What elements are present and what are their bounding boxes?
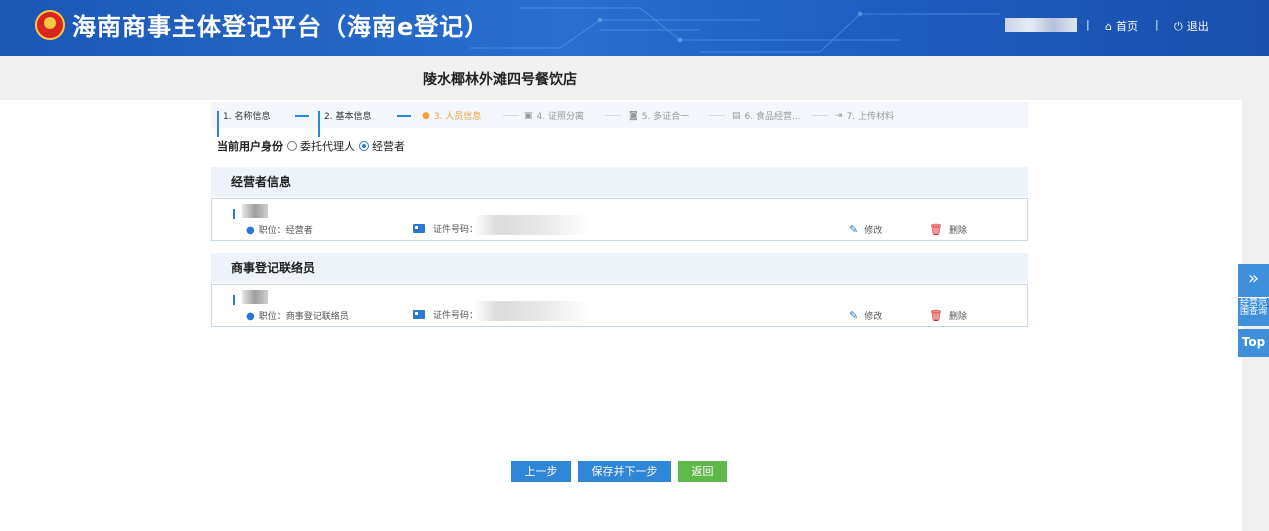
step-connector xyxy=(503,115,519,116)
person-icon: ● xyxy=(246,311,255,322)
double-chevron-right-icon: » xyxy=(1247,268,1259,289)
person-id: 证件号码： xyxy=(413,222,478,235)
edit-icon: ✎ xyxy=(849,309,859,322)
current-user-identity: 当前用户身份 委托代理人 经营者 xyxy=(217,138,405,154)
id-card-icon xyxy=(413,310,425,319)
step-connector xyxy=(709,115,725,116)
home-label: 首页 xyxy=(1115,20,1138,33)
step-7[interactable]: ⇥ 7. 上传材料 xyxy=(835,109,894,123)
delete-operator-button[interactable]: 🗑 删除 xyxy=(929,223,967,236)
step-6[interactable]: ▤ 6. 食品经营... xyxy=(732,109,801,123)
delete-liaison-button[interactable]: 🗑 删除 xyxy=(929,309,967,322)
trash-icon: 🗑 xyxy=(929,309,943,322)
previous-step-button[interactable]: 上一步 xyxy=(511,461,571,482)
step-label: 2. 基本信息 xyxy=(324,112,372,122)
top-header: 海南商事主体登记平台（海南e登记） | ⌂ 首页 | ⏻ 退出 xyxy=(0,0,1269,56)
radio-agent-label[interactable]: 委托代理人 xyxy=(300,138,355,154)
person-id: 证件号码： xyxy=(413,308,478,321)
person-card-operator: ● 职位：经营者 证件号码： ✎ 修改 🗑 删除 xyxy=(211,198,1028,241)
section-liaison: 商事登记联络员 xyxy=(211,253,1028,283)
step-connector xyxy=(397,115,411,117)
step-3[interactable]: ● 3. 人员信息 xyxy=(422,109,482,123)
position-text: 职位：经营者 xyxy=(258,226,313,236)
back-to-top-button[interactable]: Top xyxy=(1238,329,1269,357)
step-label: 1. 名称信息 xyxy=(223,112,271,122)
id-label: 证件号码： xyxy=(433,311,479,321)
food-license-icon: ▤ xyxy=(732,110,741,121)
card-accent-bar xyxy=(233,209,235,219)
step-2[interactable]: 2. 基本信息 xyxy=(318,109,372,137)
person-position: ● 职位：商事登记联络员 xyxy=(246,309,349,322)
home-icon: ⌂ xyxy=(1105,20,1112,33)
step-label: 7. 上传材料 xyxy=(846,112,894,122)
identity-label: 当前用户身份 xyxy=(217,140,283,153)
bar-chart-icon xyxy=(318,110,320,137)
card-accent-bar xyxy=(233,295,235,305)
back-button[interactable]: 返回 xyxy=(678,461,727,482)
edit-icon: ✎ xyxy=(849,223,859,236)
home-link[interactable]: ⌂ 首页 xyxy=(1105,18,1138,34)
username-redacted xyxy=(1005,18,1077,32)
power-icon: ⏻ xyxy=(1174,20,1183,33)
upload-icon: ⇥ xyxy=(835,110,843,121)
person-card-liaison: ● 职位：商事登记联络员 证件号码： ✎ 修改 🗑 删除 xyxy=(211,284,1028,327)
section-operator-info: 经营者信息 xyxy=(211,167,1028,197)
step-label: 4. 证照分离 xyxy=(536,112,584,122)
national-emblem-logo xyxy=(35,10,65,40)
step-connector xyxy=(605,115,621,116)
id-label: 证件号码： xyxy=(433,225,479,235)
radio-operator[interactable] xyxy=(359,141,369,151)
logout-label: 退出 xyxy=(1186,20,1209,33)
person-name-redacted xyxy=(242,204,268,218)
step-label: 5. 多证合一 xyxy=(641,112,690,122)
person-icon: ● xyxy=(422,110,430,121)
edit-label: 修改 xyxy=(864,312,883,322)
certificate-icon: ◙ xyxy=(629,110,638,121)
step-label: 6. 食品经营... xyxy=(744,112,801,122)
person-icon: ● xyxy=(246,225,255,236)
edit-operator-button[interactable]: ✎ 修改 xyxy=(849,223,882,236)
expand-panel-button[interactable]: » xyxy=(1238,264,1269,297)
save-and-next-button[interactable]: 保存并下一步 xyxy=(578,461,671,482)
person-name-redacted xyxy=(242,290,268,304)
app-title: 海南商事主体登记平台（海南e登记） xyxy=(72,13,490,41)
edit-liaison-button[interactable]: ✎ 修改 xyxy=(849,309,882,322)
step-5[interactable]: ◙ 5. 多证合一 xyxy=(629,109,690,123)
bar-chart-icon xyxy=(217,110,219,137)
id-card-icon xyxy=(413,224,425,233)
radio-operator-label[interactable]: 经营者 xyxy=(372,138,405,154)
header-separator: | xyxy=(1086,18,1090,31)
edit-label: 修改 xyxy=(864,226,883,236)
trash-icon: 🗑 xyxy=(929,223,943,236)
header-separator: | xyxy=(1155,18,1159,31)
logout-link[interactable]: ⏻ 退出 xyxy=(1174,18,1209,34)
business-scope-query-button[interactable]: 经营范围查询 xyxy=(1238,298,1269,326)
position-text: 职位：商事登记联络员 xyxy=(258,312,349,322)
license-icon: ▣ xyxy=(524,110,533,121)
person-position: ● 职位：经营者 xyxy=(246,223,313,236)
step-4[interactable]: ▣ 4. 证照分离 xyxy=(524,109,584,123)
step-label: 3. 人员信息 xyxy=(433,112,482,122)
id-number-redacted xyxy=(474,215,589,235)
step-connector xyxy=(295,115,309,117)
store-title-band: 陵水椰林外滩四号餐饮店 xyxy=(0,56,1269,100)
delete-label: 删除 xyxy=(948,226,967,236)
delete-label: 删除 xyxy=(948,312,967,322)
id-number-redacted xyxy=(474,301,589,321)
step-1[interactable]: 1. 名称信息 xyxy=(217,109,271,137)
step-connector xyxy=(812,115,828,116)
step-progress-bar: 1. 名称信息 2. 基本信息 ● 3. 人员信息 ▣ 4. 证照分离 ◙ 5.… xyxy=(211,102,1028,137)
radio-agent[interactable] xyxy=(287,141,297,151)
store-name: 陵水椰林外滩四号餐饮店 xyxy=(423,72,577,88)
